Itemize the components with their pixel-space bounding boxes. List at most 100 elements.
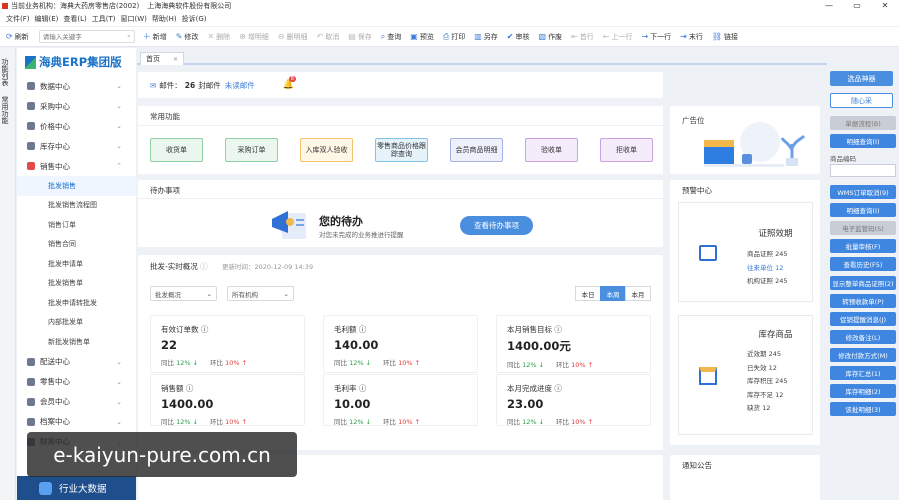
right-action-button[interactable]: 修改付款方式(M) [830,347,896,362]
toolbar-button[interactable]: ⌕ 查询 [381,32,401,42]
toolbar-button[interactable]: ⊖ 删明细 [278,32,308,42]
refresh-button[interactable]: ⟳ 刷新 [6,32,29,42]
menu-item[interactable]: 窗口(W) [121,14,147,24]
sidebar-sub-item[interactable]: 批发销售单 [17,274,136,294]
sidebar-item[interactable]: 配送中心 ⌄ [17,352,136,372]
menu-item[interactable]: 查看(L) [63,14,86,24]
menu-item[interactable]: 工具(T) [92,14,116,24]
toolbar-button[interactable]: ← 上一行 [603,32,633,42]
toolbar-button[interactable]: ▣ 预览 [410,32,434,42]
menu-item[interactable]: 帮助(H) [152,14,177,24]
product-code-input[interactable] [830,164,896,177]
sidebar-sub-item[interactable]: 批发销售流程图 [17,196,136,216]
sidebar-sub-item[interactable]: 销售合同 [17,235,136,255]
function-button[interactable]: 验收单 [525,138,578,162]
sidebar-sub-item[interactable]: 批发申请单 [17,254,136,274]
toolbar-button[interactable]: ⇥ 末行 [680,32,703,42]
period-tab[interactable]: 本日 [575,286,601,301]
function-button[interactable]: 入库双人验收 [300,138,353,162]
overview-select[interactable]: 批发概况 ⌄ [150,286,217,301]
right-big-button[interactable]: 随心采 [830,93,893,108]
close-button[interactable]: ✕ [871,0,899,12]
cert-expiry-box[interactable]: 证照效期 商品证照 245 往来单位 12 机构证照 245 [678,202,813,302]
right-action-button[interactable]: 库存明细(2) [830,384,896,399]
menu-item[interactable]: 投诉(G) [182,14,207,24]
search-input[interactable] [42,32,128,41]
function-button[interactable]: 采购订单 [225,138,278,162]
sidebar-sub-item[interactable]: 销售订单 [17,215,136,235]
tab-home[interactable]: 首页 ✕ [140,52,184,65]
sidebar-item[interactable]: 价格中心 ⌄ [17,116,136,136]
bell-icon[interactable]: 🔔 8 [283,76,296,90]
right-action-button[interactable]: 明细查询(I) [830,134,896,148]
right-big-button[interactable]: 选品神器 [830,71,893,86]
toolbar-button[interactable]: ＋新增 [143,31,167,42]
sidebar-sub-item[interactable]: 批发申请转批发 [17,293,136,313]
toolbar-button[interactable]: ↶ 取消 [317,32,340,42]
function-button[interactable]: 拒收单 [600,138,653,162]
function-button[interactable]: 收货单 [150,138,203,162]
warning-line[interactable]: 库存积压 245 [747,375,787,389]
right-action-button[interactable]: 明细查询(I) [830,203,896,218]
warning-line[interactable]: 库存不足 12 [747,389,787,403]
right-action-button[interactable]: 电子监管码(S) [830,221,896,236]
toolbar-button[interactable]: → 下一行 [641,32,671,42]
warning-line[interactable]: 近效期 245 [747,348,787,362]
sidebar-item[interactable]: 数据中心 ⌄ [17,76,136,96]
right-action-button[interactable]: 库存汇总(1) [830,366,896,380]
menu-item[interactable]: 文件(F) [6,14,30,24]
warning-line[interactable]: 商品证照 245 [747,248,787,262]
toolbar-button[interactable]: ✕ 删除 [207,32,230,42]
right-action-panel: 选品神器 随心采 单据流程(B) 明细查询(I) 商品编码 WMS订单取消(9) 明细查询(… [826,66,899,500]
toolbar-button[interactable]: ▥ 另存 [474,32,498,42]
sidebar-item[interactable]: 零售中心 ⌄ [17,372,136,392]
vertical-tab[interactable]: 功能列表 [0,58,9,86]
warning-line[interactable]: 缺货 12 [747,402,787,416]
right-action-button[interactable]: 促销提醒消息(J) [830,311,896,326]
toolbar-button[interactable]: ⛓ 链接 [712,32,738,42]
sidebar-item[interactable]: 档案中心 ⌄ [17,412,136,432]
sidebar-sub-item[interactable]: 批发销售 [17,176,136,196]
warning-line[interactable]: 已失效 12 [747,362,787,376]
sidebar-item[interactable]: 库存中心 ⌄ [17,136,136,156]
warning-line[interactable]: 往来单位 12 [747,262,787,276]
sidebar-item[interactable]: 采购中心 ⌄ [17,96,136,116]
right-action-button[interactable]: WMS订单取消(9) [830,185,896,199]
search-icon[interactable]: ⌕ [127,32,131,41]
sidebar-sub-item[interactable]: 新批发销售单 [17,332,136,352]
right-action-button[interactable]: 显示整单商品证照(2) [830,275,896,290]
big-data-button[interactable]: 行业大数据 [17,476,136,500]
unread-mail-link[interactable]: 未读邮件 [225,80,255,91]
minimize-button[interactable]: — [815,0,843,12]
function-button[interactable]: 会员商品明细 [450,138,503,162]
toolbar-button[interactable]: ⊕ 增明细 [239,32,269,42]
period-tab[interactable]: 本周 [600,286,626,301]
sidebar-item[interactable]: 会员中心 ⌄ [17,392,136,412]
view-todo-button[interactable]: 查看待办事项 [460,216,533,235]
restore-button[interactable]: ▭ [843,0,871,12]
toolbar-button[interactable]: ⇤ 首行 [571,32,594,42]
toolbar-icon: ▤ [348,32,356,41]
toolbar-button[interactable]: ▧ 作废 [539,32,563,42]
right-action-button[interactable]: 单据流程(B) [830,116,896,130]
toolbar-icon: ⊖ [277,32,285,41]
toolbar-button[interactable]: ▤ 保存 [348,32,372,42]
vertical-tab[interactable]: 常用功能 [0,96,9,124]
right-action-button[interactable]: 查看历史(F5) [830,257,896,272]
right-action-button[interactable]: 修改备注(L) [830,329,896,344]
stock-goods-box[interactable]: 库存商品 近效期 245 已失效 12 库存积压 245 库存不足 12 缺货 12 [678,315,813,435]
warning-line[interactable]: 机构证照 245 [747,275,787,289]
sidebar-item[interactable]: 销售中心 ⌃ [17,156,136,176]
sidebar-sub-item[interactable]: 内部批发单 [17,313,136,333]
toolbar-button[interactable]: ⎙ 打印 [443,32,465,42]
right-action-button[interactable]: 批量审核(F) [830,239,896,254]
right-action-button[interactable]: 转预收款单(P) [830,293,896,308]
menu-item[interactable]: 编辑(E) [35,14,59,24]
toolbar-button[interactable]: ✔ 审核 [507,32,530,42]
right-action-button[interactable]: 该批明细(3) [830,402,896,417]
tab-close-icon[interactable]: ✕ [173,56,178,63]
toolbar-button[interactable]: ✎ 修改 [176,32,199,42]
period-tab[interactable]: 本月 [625,286,651,301]
org-select[interactable]: 所有机构 ⌄ [227,286,294,301]
function-button[interactable]: 零售商品价格跟踪查询 [375,138,428,162]
